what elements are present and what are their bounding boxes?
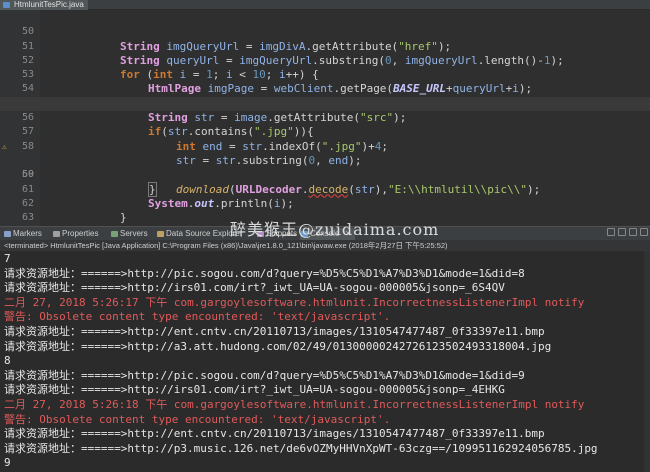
tab-label: Servers <box>120 229 148 238</box>
warning-marker-icon[interactable]: ⚠ <box>2 142 10 151</box>
code-line[interactable]: 62 } <box>0 183 650 224</box>
code-line[interactable]: 57 int end = str.indexOf(".jpg")+4; <box>0 111 650 152</box>
code-editor[interactable]: 50 String imgQueryUrl = imgDivA.getAttri… <box>0 10 650 226</box>
console-scrollbar[interactable] <box>644 251 650 472</box>
code-line[interactable]: 52 for (int i = 1; i < 10; i++) { <box>0 40 650 81</box>
editor-tab[interactable]: HtmlunitTesPic.java <box>0 0 88 10</box>
servers-icon <box>111 231 118 237</box>
console-line: 请求资源地址：======>http://ent.cntv.cn/2011071… <box>4 325 545 338</box>
console-line: 请求资源地址：======>http://irs01.com/irt?_iwt_… <box>4 281 505 295</box>
editor-tab-bar: HtmlunitTesPic.java <box>0 0 650 10</box>
scroll-lock-icon[interactable] <box>640 228 648 236</box>
markers-icon <box>4 231 11 237</box>
console-line: 7 <box>4 252 11 265</box>
tab-label: Properties <box>62 229 99 238</box>
code-line[interactable]: 58 str = str.substring(0, end); <box>0 125 650 167</box>
console-line: 请求资源地址：======>http://p3.music.126.net/de… <box>4 441 598 455</box>
properties-icon <box>53 231 60 237</box>
terminate-icon[interactable] <box>607 228 615 236</box>
clear-console-icon[interactable] <box>629 228 637 236</box>
console-warning-line: 警告: Obsolete content type encountered: '… <box>4 310 391 324</box>
editor-tab-label: HtmlunitTesPic.java <box>14 0 84 9</box>
code-line[interactable]: 50 String imgQueryUrl = imgDivA.getAttri… <box>0 11 650 52</box>
code-line-current[interactable]: 56 if(str.contains(".jpg")){ <box>0 96 650 138</box>
console-warning-line: 二月 27, 2018 5:26:17 下午 com.gargoylesoftw… <box>4 295 585 309</box>
console-line: 请求资源地址：======>http://irs01.com/irt?_iwt_… <box>4 383 505 397</box>
console-toolbar <box>607 228 648 238</box>
code-line[interactable]: ⚠ 59 download(URLDecoder.decode(str),"E:… <box>0 140 650 195</box>
code-line[interactable]: 61 System.out.println(i); <box>0 168 650 210</box>
java-file-icon <box>3 2 10 8</box>
code-line[interactable]: 60 } <box>0 154 650 197</box>
code-line[interactable]: 51 String queryUrl = imgQueryUrl.substri… <box>0 25 650 67</box>
console-line: 请求资源地址：======>http://a3.att.hudong.com/0… <box>4 339 552 353</box>
tab-properties[interactable]: Properties <box>52 228 98 240</box>
tab-label: Markers <box>13 229 42 238</box>
code-line[interactable]: 63 } catch (Exception e) { <box>0 197 650 226</box>
console-warning-line: 警告: Obsolete content type encountered: '… <box>4 412 391 426</box>
remove-launch-icon[interactable] <box>618 228 626 236</box>
console-line: 请求资源地址：======>http://pic.sogou.com/d?que… <box>4 368 525 382</box>
console-output[interactable]: 7 请求资源地址：======>http://pic.sogou.com/d?q… <box>0 251 650 472</box>
tab-servers[interactable]: Servers <box>110 228 148 240</box>
console-line: 请求资源地址：======>http://pic.sogou.com/d?que… <box>4 266 525 280</box>
database-icon <box>157 231 164 237</box>
code-line[interactable]: 53 HtmlPage imgPage = webClient.getPage(… <box>0 54 650 95</box>
console-line: 8 <box>4 354 11 368</box>
console-warning-line: 二月 27, 2018 5:26:18 下午 com.gargoylesoftw… <box>4 398 585 411</box>
code-line[interactable]: 54 HtmlImage image = (HtmlImage)imgPage.… <box>0 68 650 109</box>
code-line[interactable]: 55 String str = image.getAttribute("src"… <box>0 83 650 124</box>
console-status-line: <terminated> HtmlunitTesPic [Java Applic… <box>0 240 650 251</box>
console-line: 请求资源地址：======>http://ent.cntv.cn/2011071… <box>4 427 545 441</box>
watermark: 醉美猴王@zuidaima.com <box>230 220 440 239</box>
tab-markers[interactable]: Markers <box>3 228 42 240</box>
console-line: 9 <box>4 456 11 470</box>
